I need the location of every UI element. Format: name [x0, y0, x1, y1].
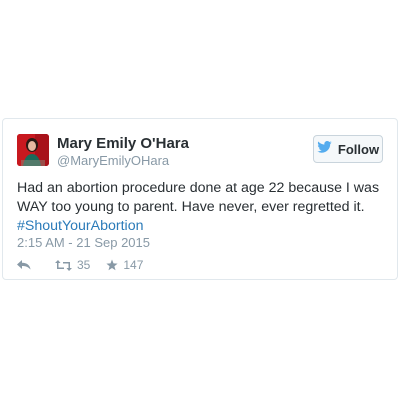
reply-button[interactable]: [17, 260, 31, 270]
reply-icon: [17, 260, 31, 270]
author-display-name[interactable]: Mary Emily O'Hara: [57, 135, 189, 152]
tweet-body: Had an abortion procedure done at age 22…: [17, 180, 380, 215]
author-handle[interactable]: @MaryEmilyOHara: [57, 153, 169, 168]
retweet-count: 35: [77, 258, 91, 272]
hashtag-link[interactable]: #ShoutYourAbortion: [17, 218, 143, 234]
retweet-icon: [55, 259, 72, 271]
tweet-text: Had an abortion procedure done at age 22…: [17, 179, 389, 236]
bird-icon: [317, 140, 332, 158]
tweet-timestamp[interactable]: 2:15 AM - 21 Sep 2015: [17, 235, 150, 250]
follow-label: Follow: [337, 141, 380, 157]
tweet-card: Mary Emily O'Hara @MaryEmilyOHara Follow…: [2, 118, 398, 280]
tweet-actions: 35 147: [17, 258, 143, 272]
star-icon: [106, 259, 118, 271]
avatar[interactable]: [17, 134, 49, 166]
like-button[interactable]: 147: [106, 258, 143, 272]
follow-button[interactable]: Follow: [313, 135, 383, 163]
like-count: 147: [123, 258, 144, 272]
retweet-button[interactable]: 35: [55, 258, 90, 272]
